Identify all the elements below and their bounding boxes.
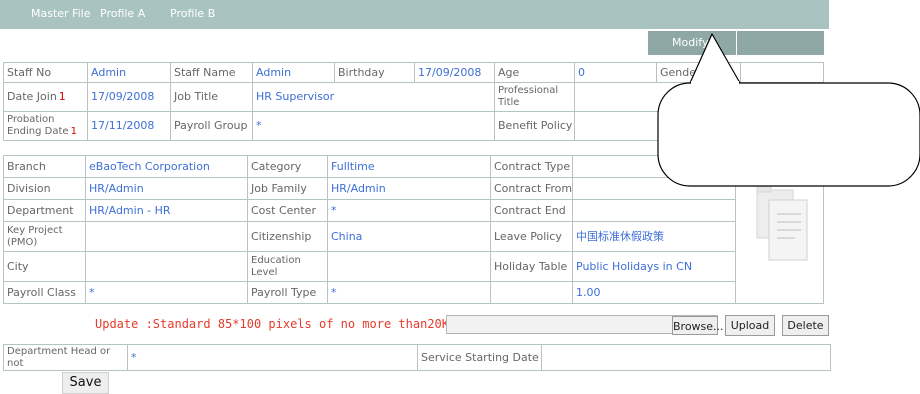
probation-label: Probation Ending Date 1 [3, 111, 88, 141]
upload-hint: Update :Standard 85*100 pixels of no mor… [95, 317, 457, 331]
payroll-class-value: * [85, 281, 248, 304]
cost-center-label: Cost Center [247, 199, 328, 222]
action-bar: Modify [648, 31, 824, 55]
contract-from-label: Contract From [490, 177, 573, 200]
upload-row: Update :Standard 85*100 pixels of no mor… [0, 315, 920, 337]
age-value: 0 [574, 62, 657, 83]
staff-name-value: Admin [252, 62, 335, 83]
service-start-label: Service Starting Date [417, 344, 542, 371]
job-family-label: Job Family [247, 177, 328, 200]
top-navigation: Master File Profile A Profile B [0, 0, 829, 29]
key-project-value [85, 221, 248, 252]
staff-name-label: Staff Name [170, 62, 253, 83]
education-label: Education Level [247, 251, 328, 282]
upload-button[interactable]: Upload [725, 315, 775, 336]
holiday-table-label: Holiday Table [490, 251, 573, 282]
division-value: HR/Admin [85, 177, 248, 200]
dept-head-value: * [127, 344, 418, 371]
category-value: Fulltime [327, 155, 491, 178]
gender-label: Gender [656, 62, 741, 83]
citizenship-value: China [327, 221, 491, 252]
probation-value: 17/11/2008 [87, 111, 171, 141]
tab-master-file[interactable]: Master File [31, 7, 90, 20]
holiday-table-value: Public Holidays in CN [572, 251, 736, 282]
date-join-text: Date Join [7, 90, 57, 103]
city-label: City [3, 251, 86, 282]
service-start-value [541, 344, 831, 371]
required-marker: 1 [70, 126, 77, 137]
contract-from-value [572, 177, 736, 200]
staff-no-value: Admin [87, 62, 171, 83]
staff-no-label: Staff No [3, 62, 88, 83]
branch-label: Branch [3, 155, 86, 178]
contract-type-label: Contract Type [490, 155, 573, 178]
age-label: Age [494, 62, 575, 83]
gender-value [740, 62, 824, 83]
organization-table: Branch eBaoTech Corporation Category Ful… [3, 155, 824, 304]
professional-title-label: Professional Title [494, 82, 575, 112]
benefit-policy-label: Benefit Policy [494, 111, 575, 141]
job-family-value: HR/Admin [327, 177, 491, 200]
citizenship-label: Citizenship [247, 221, 328, 252]
leave-policy-label: Leave Policy [490, 221, 573, 252]
browse-button[interactable]: Browse... [672, 316, 724, 335]
education-value [327, 251, 491, 282]
department-value: HR/Admin - HR [85, 199, 248, 222]
payroll-group-label: Payroll Group [170, 111, 253, 141]
leave-policy-value: 中国标准休假政策 [572, 221, 736, 252]
job-title-label: Job Title [170, 82, 253, 112]
birthday-value: 17/09/2008 [414, 62, 495, 83]
category-label: Category [247, 155, 328, 178]
personal-info-table: Staff No Admin Staff Name Admin Birthday… [3, 62, 824, 141]
payroll-group-value: * [252, 111, 495, 141]
job-title-value: HR Supervisor [252, 82, 495, 112]
payroll-type-value: * [327, 281, 491, 304]
contract-end-label: Contract End [490, 199, 573, 222]
modify-button[interactable]: Modify [672, 36, 708, 49]
contract-type-value [572, 155, 736, 178]
extra-info-table: Department Head or not * Service Startin… [3, 344, 831, 371]
professional-title-value [574, 82, 824, 112]
date-join-value: 17/09/2008 [87, 82, 171, 112]
contract-end-value [572, 199, 736, 222]
city-value [85, 251, 248, 282]
payroll-class-label: Payroll Class [3, 281, 86, 304]
required-marker: 1 [58, 90, 66, 103]
key-project-label: Key Project (PMO) [3, 221, 86, 252]
toolbar-divider [736, 31, 737, 55]
branch-value: eBaoTech Corporation [85, 155, 248, 178]
probation-text: Probation Ending Date [7, 114, 69, 137]
save-button[interactable]: Save [62, 372, 109, 394]
division-label: Division [3, 177, 86, 200]
cost-center-value: * [327, 199, 491, 222]
extra-value: 1.00 [572, 281, 736, 304]
benefit-policy-value [574, 111, 824, 141]
tab-profile-b[interactable]: Profile B [170, 7, 215, 20]
dept-head-label: Department Head or not [3, 344, 128, 371]
delete-button[interactable]: Delete [782, 315, 829, 336]
tab-profile-a[interactable]: Profile A [100, 7, 145, 20]
date-join-label: Date Join 1 [3, 82, 88, 112]
payroll-type-label: Payroll Type [247, 281, 328, 304]
unlabeled-cell [490, 281, 573, 304]
photo-placeholder-icon [756, 185, 808, 261]
birthday-label: Birthday [334, 62, 415, 83]
department-label: Department [3, 199, 86, 222]
